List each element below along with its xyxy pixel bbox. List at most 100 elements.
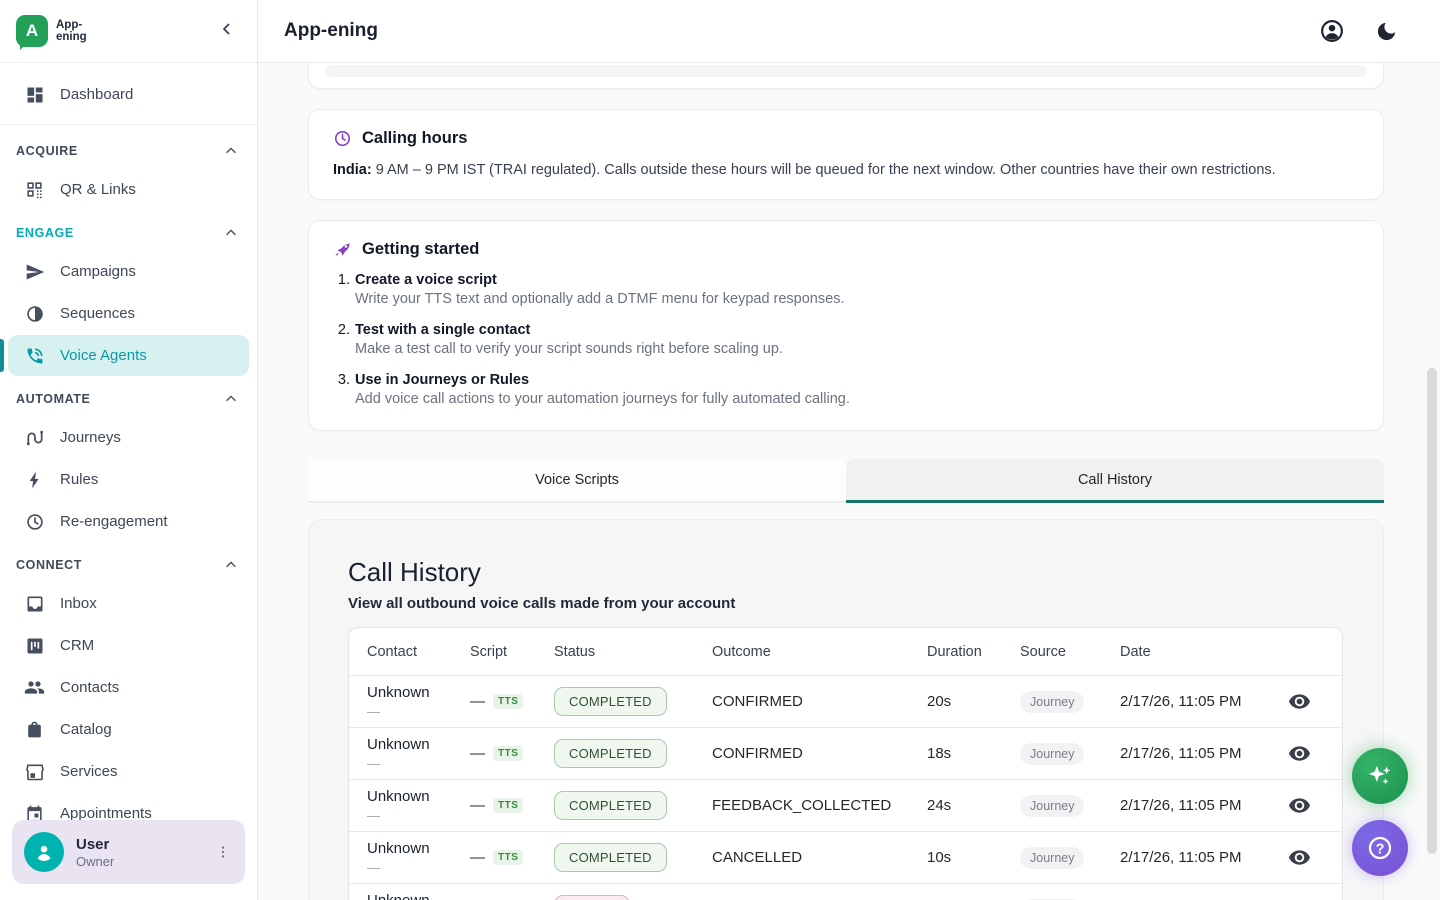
- sidebar-item-re-engagement[interactable]: Re-engagement: [8, 501, 249, 542]
- sidebar-item-label: QR & Links: [60, 181, 136, 198]
- sequences-icon: [24, 303, 45, 324]
- date-cell: 2/17/26, 11:05 PM: [1120, 693, 1285, 710]
- ai-assistant-button[interactable]: [1352, 748, 1408, 804]
- sidebar-item-services[interactable]: Services: [8, 751, 249, 792]
- user-meta: User Owner: [76, 836, 199, 869]
- script-cell: — TTS: [470, 693, 554, 710]
- sidebar-section-engage[interactable]: ENGAGE: [0, 216, 257, 250]
- topbar: App-ening: [258, 0, 1440, 63]
- eye-icon: [1288, 846, 1311, 869]
- step-title: Use in Journeys or Rules: [355, 372, 850, 388]
- sidebar-item-journeys[interactable]: Journeys: [8, 417, 249, 458]
- outcome-cell: CONFIRMED: [712, 745, 927, 762]
- sidebar-item-campaigns[interactable]: Campaigns: [8, 251, 249, 292]
- sidebar-item-label: Dashboard: [60, 86, 133, 103]
- tab-call-history[interactable]: Call History: [846, 459, 1384, 503]
- inbox-icon: [24, 593, 45, 614]
- sidebar-section-automate[interactable]: AUTOMATE: [0, 382, 257, 416]
- sidebar: A App- ening Dashboard ACQUIRE: [0, 0, 258, 900]
- sidebar-item-label: Sequences: [60, 305, 135, 322]
- sidebar-header: A App- ening: [0, 0, 257, 63]
- user-avatar: [24, 832, 64, 872]
- view-call-button[interactable]: [1286, 689, 1312, 715]
- app-logo-icon: A: [16, 15, 48, 47]
- chevron-left-icon: [218, 20, 236, 43]
- table-row: Unknown — — TTS COMPLETED CONFIRMED 20s …: [349, 675, 1342, 727]
- user-profile-card[interactable]: User Owner: [12, 820, 245, 884]
- sidebar-item-contacts[interactable]: Contacts: [8, 667, 249, 708]
- col-source: Source: [1020, 644, 1120, 660]
- view-call-button[interactable]: [1286, 897, 1312, 900]
- shopping-bag-icon: [24, 719, 45, 740]
- status-badge: COMPLETED: [554, 687, 667, 716]
- contact-cell: Unknown —: [367, 788, 470, 822]
- step-item: 1. Create a voice script Write your TTS …: [333, 272, 1359, 307]
- sidebar-item-qr-links[interactable]: QR & Links: [8, 169, 249, 210]
- chevron-up-icon: [223, 557, 239, 573]
- sidebar-item-inbox[interactable]: Inbox: [8, 583, 249, 624]
- view-call-button[interactable]: [1286, 845, 1312, 871]
- sidebar-section-acquire[interactable]: ACQUIRE: [0, 134, 257, 168]
- sidebar-item-rules[interactable]: Rules: [8, 459, 249, 500]
- status-badge: FAILED: [554, 895, 630, 900]
- user-menu-button[interactable]: [211, 840, 235, 864]
- rules-icon: [24, 469, 45, 490]
- account-button[interactable]: [1318, 17, 1346, 45]
- help-button[interactable]: ?: [1352, 820, 1408, 876]
- contact-cell: Unknown —: [367, 736, 470, 770]
- sidebar-item-sequences[interactable]: Sequences: [8, 293, 249, 334]
- eye-icon: [1288, 742, 1311, 765]
- duration-cell: 20s: [927, 693, 1020, 710]
- tab-voice-scripts[interactable]: Voice Scripts: [308, 459, 846, 503]
- collapse-sidebar-button[interactable]: [213, 17, 241, 45]
- duration-cell: 24s: [927, 797, 1020, 814]
- table-row: Unknown — — TTS COMPLETED CONFIRMED 18s …: [349, 727, 1342, 779]
- sidebar-item-voice-agents[interactable]: Voice Agents: [8, 335, 249, 376]
- chevron-up-icon: [223, 391, 239, 407]
- table-header-row: Contact Script Status Outcome Duration S…: [349, 628, 1342, 675]
- page-title: App-ening: [284, 20, 378, 42]
- col-status: Status: [554, 644, 712, 660]
- date-cell: 2/17/26, 11:05 PM: [1120, 745, 1285, 762]
- step-desc: Write your TTS text and optionally add a…: [355, 291, 844, 307]
- tts-badge: TTS: [493, 746, 523, 761]
- table-row: Unknown — — TTS COMPLETED CANCELLED 10s …: [349, 831, 1342, 883]
- app-logo: A App- ening: [16, 15, 87, 47]
- duration-cell: 18s: [927, 745, 1020, 762]
- date-cell: 2/17/26, 11:05 PM: [1120, 849, 1285, 866]
- sparkles-icon: [1366, 762, 1394, 790]
- clock-icon: [24, 511, 45, 532]
- outcome-cell: CANCELLED: [712, 849, 927, 866]
- divider: [0, 124, 257, 125]
- dark-mode-toggle[interactable]: [1372, 17, 1400, 45]
- contact-cell: Unknown —: [367, 684, 470, 718]
- sidebar-item-crm[interactable]: CRM: [8, 625, 249, 666]
- step-item: 2. Test with a single contact Make a tes…: [333, 322, 1359, 357]
- source-badge: Journey: [1020, 795, 1084, 817]
- user-name: User: [76, 836, 199, 853]
- source-badge: Journey: [1020, 743, 1084, 765]
- sidebar-item-label: Re-engagement: [60, 513, 168, 530]
- outcome-cell: CONFIRMED: [712, 693, 927, 710]
- clock-icon: [333, 129, 352, 148]
- script-cell: — TTS: [470, 797, 554, 814]
- eye-icon: [1288, 690, 1311, 713]
- topbar-actions: [1318, 17, 1400, 45]
- moon-icon: [1375, 20, 1398, 43]
- sidebar-item-catalog[interactable]: Catalog: [8, 709, 249, 750]
- rocket-icon: [333, 240, 352, 259]
- sidebar-item-label: Services: [60, 763, 118, 780]
- people-icon: [24, 677, 45, 698]
- view-call-button[interactable]: [1286, 741, 1312, 767]
- sidebar-section-connect[interactable]: CONNECT: [0, 548, 257, 582]
- scrollbar-thumb[interactable]: [1427, 368, 1437, 854]
- view-call-button[interactable]: [1286, 793, 1312, 819]
- step-desc: Add voice call actions to your automatio…: [355, 391, 850, 407]
- duration-cell: 10s: [927, 849, 1020, 866]
- active-indicator: [0, 339, 4, 372]
- sidebar-item-dashboard[interactable]: Dashboard: [8, 74, 249, 115]
- qr-code-icon: [24, 179, 45, 200]
- kebab-menu-icon: [215, 844, 231, 860]
- getting-started-card: Getting started 1. Create a voice script…: [308, 220, 1384, 431]
- call-history-table: Contact Script Status Outcome Duration S…: [348, 627, 1343, 900]
